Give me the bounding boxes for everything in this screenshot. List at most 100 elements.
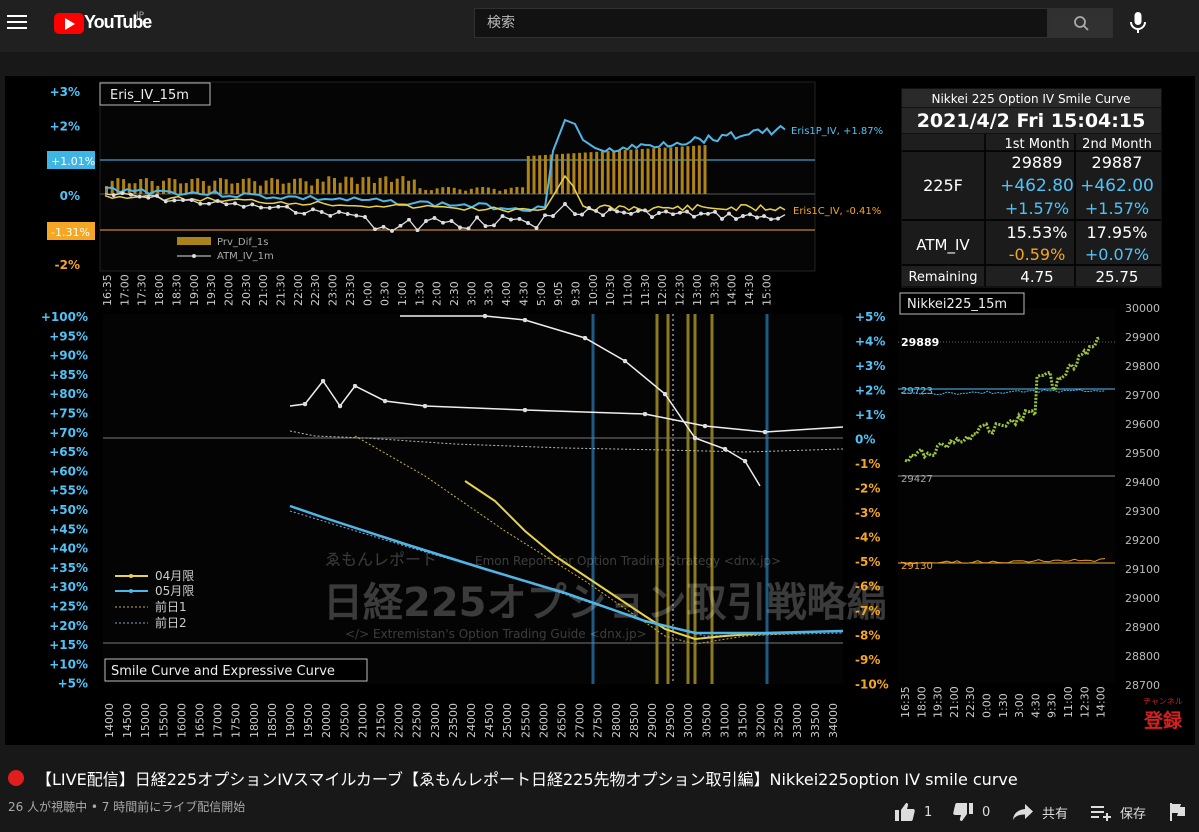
prv-dif-bar: [595, 151, 599, 194]
video-title-text: 【LIVE配信】日経225オプションIVスマイルカーブ【ゑもんレポート日経225…: [36, 770, 1018, 789]
smile-x-tick: 34000: [827, 703, 840, 738]
microphone-icon: [1130, 12, 1146, 33]
iv-orange-badge: -1.31%: [51, 226, 90, 239]
smile-y-left-tick: +5%: [58, 677, 88, 691]
legend-apr: 04月限: [155, 569, 194, 583]
eris-x-tick: 2:00: [431, 281, 444, 306]
table-title: Nikkei 225 Option IV Smile Curve: [931, 92, 1130, 106]
share-label: 共有: [1042, 806, 1069, 822]
atm-iv-2: 17.95%: [1086, 223, 1147, 242]
nikkei-y-tick: 29000: [1125, 592, 1160, 605]
smile-y-right-tick: -8%: [855, 629, 880, 643]
share-icon: [1013, 804, 1033, 820]
eris-x-tick: 1:00: [396, 281, 409, 306]
channel-subscribe-watermark[interactable]: 登録: [1143, 709, 1183, 732]
level-blue: 29723: [901, 386, 933, 397]
prv-dif-bar: [680, 146, 684, 194]
watermark-footer: </> Extremistan's Option Trading Guide <…: [345, 627, 647, 641]
nikkei-y-tick: 28700: [1125, 679, 1160, 692]
smile-y-right-tick: +2%: [855, 384, 885, 398]
menu-icon[interactable]: [7, 15, 27, 31]
share-button[interactable]: 共有: [1012, 800, 1068, 824]
prv-dif-bar: [515, 187, 519, 194]
eris-x-tick: 9:30: [569, 281, 582, 306]
smile-y-right-tick: -4%: [855, 531, 880, 545]
like-button[interactable]: 1: [894, 800, 932, 824]
prv-dif-bar: [372, 183, 376, 194]
legend-atm-iv: ATM_IV_1m: [217, 251, 274, 262]
table-datetime: 2021/4/2 Fri 15:04:15: [917, 110, 1146, 132]
atm-iv-1: 15.53%: [1006, 223, 1067, 242]
eris-x-tick: 11:00: [622, 274, 635, 306]
smile-x-tick: 26000: [537, 703, 550, 738]
smile-y-left-tick: +100%: [41, 310, 88, 324]
smile-y-right-tick: -9%: [855, 653, 880, 667]
smile-x-tick: 29000: [646, 703, 659, 738]
eris-x-tick: 0:30: [379, 281, 392, 306]
eris-y-tick: +3%: [50, 85, 80, 99]
smile-y-left-tick: +95%: [49, 329, 88, 343]
thumbs-up-icon: [895, 803, 915, 821]
smile-x-tick: 16500: [194, 703, 207, 738]
masthead: YouTube JP: [0, 0, 1199, 52]
smile-x-tick: 19000: [284, 703, 297, 738]
prv-dif-bar: [310, 185, 314, 194]
search-button[interactable]: [1048, 8, 1113, 38]
prv-dif-bar: [532, 155, 536, 194]
eris-x-tick: 10:00: [587, 274, 600, 306]
smile-x-tick: 33000: [791, 703, 804, 738]
smile-y-right-tick: -1%: [855, 457, 880, 471]
eris-x-tick: 20:30: [240, 274, 253, 306]
save-label: 保存: [1120, 806, 1147, 822]
prv-dif-bar: [344, 176, 348, 194]
eris-x-tick: 14:30: [743, 274, 756, 306]
smile-y-right-tick: -5%: [855, 555, 880, 569]
prv-dif-bar: [276, 179, 279, 194]
eris-y-tick: 0%: [60, 189, 80, 203]
prv-dif-bar: [692, 145, 696, 194]
nikkei-y-tick: 28900: [1125, 621, 1160, 634]
smile-x-tick: 20500: [338, 703, 351, 738]
watermark-subtitle: Emon Report for Option Trading Strategy …: [475, 554, 781, 568]
prv-dif-bar: [623, 150, 627, 194]
eris-x-tick: 4:30: [517, 281, 530, 306]
prv-dif-bar: [384, 176, 388, 194]
prv-dif-bar: [452, 187, 456, 194]
smile-y-right-tick: -3%: [855, 506, 880, 520]
f-price-1: 29889: [1012, 153, 1063, 172]
smile-y-left-tick: +45%: [49, 522, 88, 536]
eris-x-tick: 19:30: [205, 274, 218, 306]
live-stream-frame: +3% +2% +1% 0% -1% -2% Eris_IV_15m +1.01% -1.…: [41, 81, 1183, 738]
search-input[interactable]: [475, 9, 1047, 37]
watermark-title: ゑもんレポート: [325, 550, 437, 569]
voice-search-button[interactable]: [1126, 10, 1150, 36]
smile-y-right-tick: -7%: [855, 604, 880, 618]
video-player[interactable]: +3% +2% +1% 0% -1% -2% Eris_IV_15m +1.01% -1.…: [5, 76, 1195, 745]
dislike-button[interactable]: 0: [952, 800, 990, 824]
save-button[interactable]: 保存: [1090, 800, 1146, 824]
prv-dif-bar: [629, 149, 633, 194]
eris1p-label: Eris1P_IV, +1.87%: [791, 126, 883, 137]
level-high: 29889: [901, 336, 939, 349]
prv-dif-bar: [401, 176, 405, 194]
eris-x-tick: 23:00: [327, 274, 340, 306]
smile-y-right-tick: +3%: [855, 359, 885, 373]
smile-x-tick: 32500: [773, 703, 786, 738]
smile-x-tick: 31500: [737, 703, 750, 738]
smile-x-tick: 24000: [465, 703, 478, 738]
smile-x-tick: 27000: [574, 703, 587, 738]
smile-x-tick: 15500: [157, 703, 170, 738]
prv-dif-bar: [173, 179, 177, 194]
smile-y-left-tick: +90%: [49, 349, 88, 363]
prv-dif-bar: [253, 181, 257, 194]
eris-x-tick: 13:00: [691, 274, 704, 306]
eris-x-tick: 21:00: [257, 274, 270, 306]
youtube-logo-icon[interactable]: [54, 13, 84, 34]
region-code: JP: [136, 11, 145, 21]
prv-dif-bar: [230, 183, 234, 194]
flag-icon: [1170, 803, 1185, 821]
prv-dif-bar: [247, 178, 251, 194]
prv-dif-bar: [509, 187, 513, 194]
remaining-1: 4.75: [1020, 268, 1053, 286]
report-button[interactable]: [1168, 800, 1186, 824]
